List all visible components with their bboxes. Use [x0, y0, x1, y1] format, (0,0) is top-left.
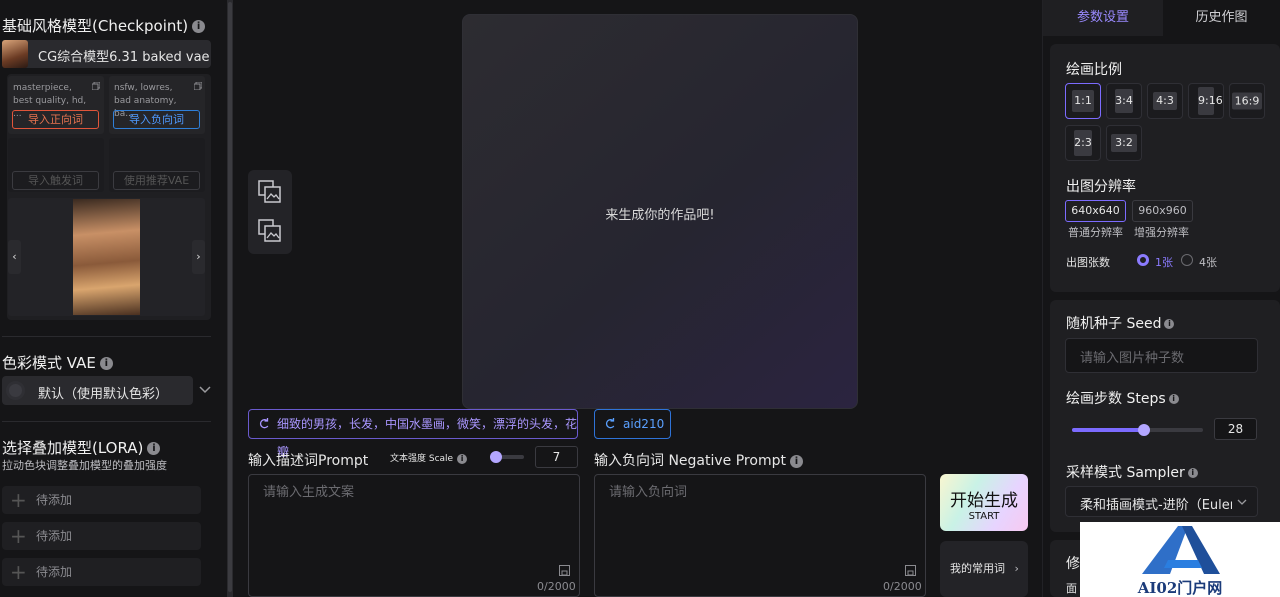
info-icon[interactable]: i: [99, 357, 113, 370]
ratio-3-4[interactable]: 3:4: [1106, 83, 1142, 119]
image-upload-icon[interactable]: [258, 180, 282, 204]
checkpoint-title: 基础风格模型(Checkpoint) i: [2, 15, 206, 36]
ratio-title: 绘画比例: [1066, 62, 1122, 78]
info-icon[interactable]: i: [147, 442, 161, 455]
common-words-button[interactable]: 我的常用词 ›: [940, 541, 1028, 597]
resolution-normal-label: 普通分辨率: [1068, 226, 1123, 239]
chevron-down-icon[interactable]: [199, 386, 211, 394]
chevron-down-icon[interactable]: [1237, 499, 1247, 506]
tab-history[interactable]: 历史作图: [1163, 0, 1280, 36]
plus-icon: +: [10, 488, 27, 512]
chevron-left-icon[interactable]: ‹: [8, 240, 21, 274]
info-icon[interactable]: i: [192, 20, 206, 33]
lora-title: 选择叠加模型(LORA) i: [2, 437, 161, 458]
copy-icon[interactable]: [92, 82, 100, 90]
negative-prompt-counter: 0/2000: [883, 580, 922, 593]
info-icon[interactable]: i: [1168, 394, 1179, 404]
ratio-1-1[interactable]: 1:1: [1065, 83, 1101, 119]
watermark-text: AI02门户网: [1137, 579, 1223, 597]
prompt-label: 输入描述词Prompt: [248, 453, 369, 469]
ratio-3-2[interactable]: 3:2: [1106, 125, 1142, 161]
partial-subtitle: 面: [1066, 582, 1077, 595]
right-tabs: 参数设置 历史作图: [1043, 0, 1280, 36]
checkpoint-model-name: CG综合模型6.31 baked vae: [38, 50, 210, 65]
chevron-right-icon: ›: [1014, 562, 1019, 575]
info-icon[interactable]: i: [1164, 319, 1175, 329]
plus-icon: +: [10, 560, 27, 584]
ratio-9-16[interactable]: 9:16: [1188, 83, 1224, 119]
preview-image: [73, 199, 140, 315]
ratio-2-3[interactable]: 2:3: [1065, 125, 1101, 161]
resolution-enhanced-label: 增强分辨率: [1134, 226, 1189, 239]
lora-slot[interactable]: + 待添加: [2, 486, 201, 514]
resolution-normal[interactable]: 640x640: [1065, 200, 1126, 222]
use-vae-button[interactable]: 使用推荐VAE: [113, 171, 200, 190]
count-one-label: 1张: [1155, 256, 1173, 269]
steps-slider-fill: [1072, 428, 1145, 432]
divider: [2, 336, 211, 337]
divider: [2, 421, 211, 422]
lora-slot[interactable]: + 待添加: [2, 522, 201, 550]
prompt-placeholder: 请输入生成文案: [263, 485, 355, 500]
count-radio-one[interactable]: [1137, 254, 1149, 266]
scale-input[interactable]: 7: [535, 446, 578, 468]
save-icon[interactable]: [905, 565, 916, 576]
start-sublabel: START: [968, 511, 1000, 522]
tab-params[interactable]: 参数设置: [1043, 0, 1163, 36]
count-four-label: 4张: [1199, 256, 1217, 269]
chevron-right-icon[interactable]: ›: [192, 240, 205, 274]
count-radio-four[interactable]: [1181, 254, 1193, 266]
sampler-value: 柔和插画模式-进阶（Euler: [1080, 498, 1232, 513]
import-trigger-button[interactable]: 导入触发词: [12, 171, 99, 190]
refresh-icon: [605, 418, 615, 429]
model-thumbnail: [2, 40, 28, 68]
vae-color-icon: [6, 381, 25, 400]
info-icon[interactable]: i: [1187, 468, 1198, 478]
positive-prompt-suggestion[interactable]: 细致的男孩，长发，中国水墨画，微笑，漂浮的头发，花瓣: [248, 409, 578, 459]
import-positive-button[interactable]: 导入正向词: [12, 110, 99, 129]
import-negative-button[interactable]: 导入负向词: [113, 110, 200, 129]
lora-description: 拉动色块调整叠加模型的叠加强度: [2, 459, 167, 472]
info-icon[interactable]: i: [789, 454, 803, 468]
scale-slider-knob[interactable]: [490, 451, 502, 463]
seed-placeholder: 请输入图片种子数: [1080, 351, 1185, 366]
count-label: 出图张数: [1066, 256, 1110, 269]
scale-label: 文本强度 Scale i: [390, 451, 468, 464]
canvas-placeholder-text: 来生成你的作品吧!: [605, 208, 715, 223]
negative-prompt-placeholder: 请输入负向词: [609, 485, 688, 500]
info-icon[interactable]: i: [457, 453, 468, 464]
negative-prompt-label: 输入负向词 Negative Prompt i: [594, 450, 803, 470]
resolution-enhanced[interactable]: 960x960: [1132, 200, 1193, 222]
prompt-counter: 0/2000: [537, 580, 576, 593]
partial-title: 修: [1066, 556, 1080, 572]
refresh-icon: [259, 418, 269, 429]
steps-title: 绘画步数 Steps i: [1066, 388, 1179, 408]
start-generate-button[interactable]: 开始生成 START: [940, 474, 1028, 531]
plus-icon: +: [10, 524, 27, 548]
steps-input[interactable]: 28: [1214, 418, 1257, 440]
resolution-title: 出图分辨率: [1066, 179, 1136, 195]
copy-icon[interactable]: [194, 82, 202, 90]
lora-slot[interactable]: + 待添加: [2, 558, 201, 586]
sampler-title: 采样模式 Sampler i: [1066, 462, 1198, 482]
watermark-logo-icon: [1142, 526, 1220, 574]
vae-value: 默认（使用默认色彩）: [38, 387, 169, 402]
seed-title: 随机种子 Seed i: [1066, 313, 1175, 333]
vae-title: 色彩模式 VAE i: [2, 352, 113, 373]
steps-slider-knob[interactable]: [1138, 424, 1151, 436]
image-reference-icon[interactable]: [258, 219, 282, 243]
left-scrollbar[interactable]: [227, 0, 233, 597]
save-icon[interactable]: [559, 565, 570, 576]
ratio-16-9[interactable]: 16:9: [1229, 83, 1265, 119]
ratio-4-3[interactable]: 4:3: [1147, 83, 1183, 119]
negative-prompt-suggestion[interactable]: aid210: [594, 409, 671, 439]
start-label: 开始生成: [950, 491, 1018, 511]
